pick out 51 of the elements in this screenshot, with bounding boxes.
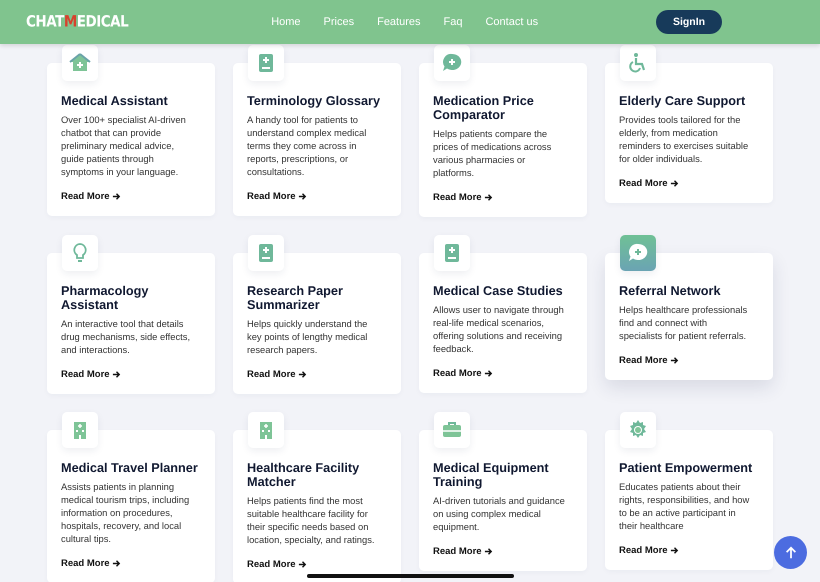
read-more-link[interactable]: Read More — [619, 355, 679, 366]
arrow-right-icon — [670, 356, 679, 365]
card-description: Over 100+ specialist AI-driven chatbot that can provide preliminary medical advice, guide patients through symptoms in your language. — [61, 113, 187, 178]
arrow-right-icon — [670, 179, 679, 188]
read-more-link[interactable]: Read More — [61, 369, 121, 380]
card-description: Helps patients compare the prices of medications across various pharmacies or platforms. — [433, 127, 552, 179]
card-title: Medication Price Comparator — [433, 94, 535, 122]
card-title: Medical Case Studies — [433, 284, 564, 298]
card-title: Medical Travel Planner — [61, 461, 199, 475]
sign-in-button[interactable]: SignIn — [656, 10, 722, 34]
arrow-right-icon — [298, 560, 307, 569]
arrow-right-icon — [298, 192, 307, 201]
arrow-right-icon — [670, 546, 679, 555]
card-description: Helps patients find the most suitable healthcare facility for their specific needs based on location, specialty, and ratings. — [247, 494, 376, 546]
card-title: Elderly Care Support — [619, 94, 746, 108]
card-title: Pharmacology Assistant — [61, 284, 150, 312]
read-more-link[interactable]: Read More — [433, 368, 493, 379]
card-description: Provides tools tailored for the elderly, from medication reminders to exercises suitable for older individuals. — [619, 113, 750, 165]
read-more-link[interactable]: Read More — [433, 192, 493, 203]
card-title: Medical Equipment Training — [433, 461, 550, 489]
read-more-link[interactable]: Read More — [247, 369, 307, 380]
card-title: Research Paper Summarizer — [247, 284, 344, 312]
read-more-link[interactable]: Read More — [433, 546, 493, 557]
arrow-up-icon — [784, 546, 798, 560]
read-more-link[interactable]: Read More — [61, 191, 121, 202]
arrow-right-icon — [112, 559, 121, 568]
read-more-link[interactable]: Read More — [247, 559, 307, 570]
card-description: Helps healthcare professionals find and connect with specialists for patient referrals. — [619, 303, 748, 342]
arrow-right-icon — [484, 369, 493, 378]
card-description: A handy tool for patients to understand complex medical terms they come across in reports, prescriptions, or consultations. — [247, 113, 368, 178]
card-title: Patient Empowerment — [619, 461, 754, 475]
scroll-to-top-button[interactable] — [774, 536, 807, 569]
read-more-link[interactable]: Read More — [247, 191, 307, 202]
card-description: AI-driven tutorials and guidance on using complex medical equipment. — [433, 494, 565, 533]
card-title: Medical Assistant — [61, 94, 169, 108]
arrow-right-icon — [112, 370, 121, 379]
read-more-link[interactable]: Read More — [619, 178, 679, 189]
arrow-right-icon — [112, 192, 121, 201]
arrow-right-icon — [298, 370, 307, 379]
card-description: Educates patients about their rights, responsibilities, and how to be an active participant in their healthcare — [619, 480, 750, 532]
card-description: An interactive tool that details drug mechanisms, side effects, and interactions. — [61, 317, 192, 356]
card-title: Healthcare Facility Matcher — [247, 461, 360, 489]
read-more-link[interactable]: Read More — [61, 558, 121, 569]
read-more-link[interactable]: Read More — [619, 545, 679, 556]
card-title: Referral Network — [619, 284, 722, 298]
arrow-right-icon — [484, 193, 493, 202]
card-description: Helps quickly understand the key points of lengthy medical research papers. — [247, 317, 368, 356]
card-description: Allows user to navigate through real-life medical scenarios, offering solutions and receiving feedback. — [433, 303, 565, 355]
card-title: Terminology Glossary — [247, 94, 382, 108]
card-description: Assists patients in planning medical tourism trips, including information on procedures, hospitals, recovery, and local cultural tips. — [61, 480, 190, 545]
arrow-right-icon — [484, 547, 493, 556]
